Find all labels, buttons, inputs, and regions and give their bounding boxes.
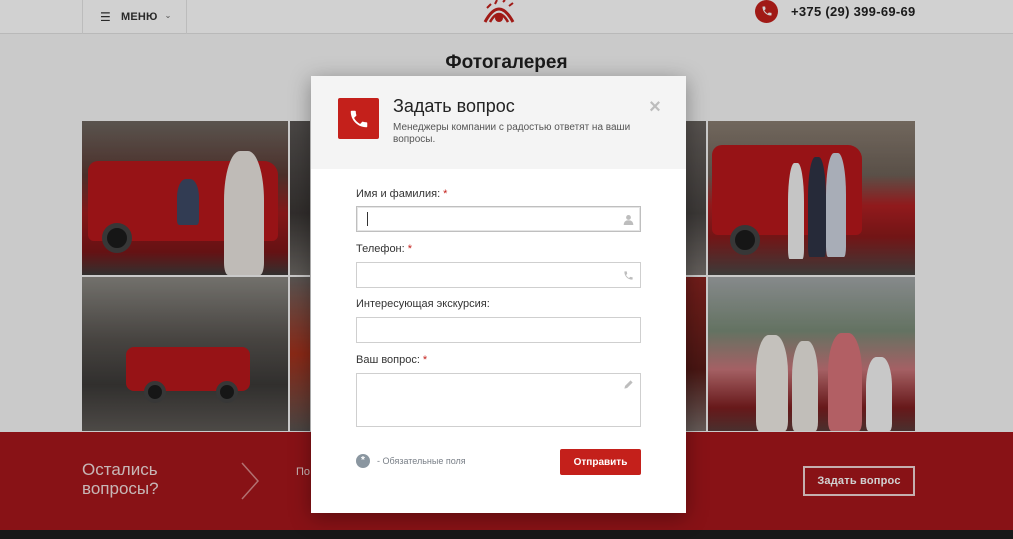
- required-mark: *: [443, 188, 448, 200]
- tour-label: Интересующая экскурсия:: [356, 298, 490, 310]
- question-textarea[interactable]: [356, 373, 641, 427]
- modal-title: Задать вопрос: [393, 96, 515, 116]
- ask-question-modal: Задать вопрос Менеджеры компании с радос…: [311, 76, 686, 513]
- required-mark: *: [422, 354, 428, 366]
- tour-input[interactable]: [356, 317, 641, 343]
- required-dot: *: [356, 454, 370, 468]
- modal-header: Задать вопрос Менеджеры компании с радос…: [311, 76, 686, 169]
- phone-icon: [338, 98, 379, 139]
- phone-icon: [621, 268, 635, 282]
- close-icon[interactable]: ×: [647, 97, 663, 117]
- text-cursor: [367, 212, 368, 226]
- user-icon: [621, 212, 635, 226]
- question-label: Ваш вопрос: *: [356, 354, 428, 366]
- name-label: Имя и фамилия: *: [356, 188, 448, 200]
- name-input[interactable]: [356, 206, 641, 232]
- submit-button[interactable]: Отправить: [560, 449, 641, 475]
- required-mark: *: [407, 243, 412, 255]
- required-note: - Обязательные поля: [377, 456, 466, 466]
- modal-subtitle: Менеджеры компании с радостью ответят на…: [393, 122, 631, 145]
- phone-input[interactable]: [356, 262, 641, 288]
- phone-label: Телефон: *: [356, 243, 412, 255]
- pencil-icon: [621, 377, 635, 391]
